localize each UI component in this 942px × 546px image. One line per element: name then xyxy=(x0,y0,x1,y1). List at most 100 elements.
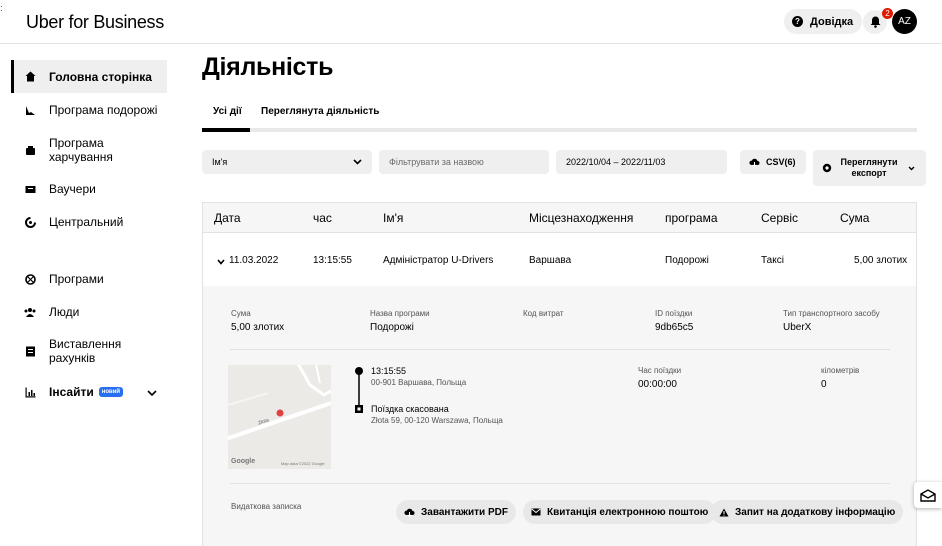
sidebar-item-label: Головна сторінка xyxy=(49,69,152,84)
sidebar-item-label: Інсайти xyxy=(49,385,94,399)
csv-label: CSV(6) xyxy=(766,157,796,167)
bell-icon xyxy=(870,16,880,28)
download-pdf-label: Завантажити PDF xyxy=(421,506,508,518)
notification-count-badge: 2 xyxy=(882,8,893,19)
home-icon xyxy=(24,71,36,83)
dropoff-status: Поїздка скасована xyxy=(371,404,449,414)
download-pdf-button[interactable]: Завантажити PDF xyxy=(396,500,516,524)
divider xyxy=(230,349,890,350)
google-logo: Google xyxy=(231,458,256,465)
csv-download-button[interactable]: CSV(6) xyxy=(740,150,806,174)
column-header-program[interactable]: програма xyxy=(665,211,718,225)
sidebar-item-label: Виставлення рахунків xyxy=(49,337,122,365)
new-badge: новий xyxy=(98,387,124,397)
table-header: Дата час Ім'я Місцезнаходження програма … xyxy=(203,203,916,233)
sidebar-item-central[interactable]: Центральний xyxy=(11,212,167,232)
help-icon: ? xyxy=(792,16,803,27)
cell-service: Таксі xyxy=(761,255,784,266)
column-header-location[interactable]: Місцезнаходження xyxy=(529,211,633,225)
name-select[interactable]: Ім'я xyxy=(202,150,372,174)
sidebar-item-programs[interactable]: Програми xyxy=(11,269,167,289)
view-export-button[interactable]: Переглянути експорт xyxy=(813,150,926,186)
sidebar-item-label: Програма подорожі xyxy=(49,103,158,117)
map-pin-icon xyxy=(276,409,284,417)
voucher-icon xyxy=(24,183,36,195)
trip-id-label: ID поїздки xyxy=(655,309,693,318)
sidebar-item-label: Люди xyxy=(49,305,80,319)
cell-amount: 5,00 злотих xyxy=(854,255,908,266)
tab-viewed-activity[interactable]: Переглянута діяльність xyxy=(261,106,379,117)
column-header-amount[interactable]: Сума xyxy=(840,211,869,225)
active-tab-indicator xyxy=(202,128,250,132)
sidebar-item-people[interactable]: Люди xyxy=(11,302,167,322)
sidebar-item-meals[interactable]: Програма харчування xyxy=(11,134,167,166)
search-input[interactable]: Фільтрувати за назвою xyxy=(379,150,549,174)
name-select-value: Ім'я xyxy=(212,157,228,167)
program-name-value: Подорожі xyxy=(370,322,414,333)
help-label: Довідка xyxy=(810,15,854,28)
trip-time-label: Час поїздки xyxy=(638,366,682,375)
activity-table: Дата час Ім'я Місцезнаходження програма … xyxy=(202,202,917,546)
table-row[interactable]: 11.03.2022 13:15:55 Адміністратор U-Driv… xyxy=(203,234,916,286)
travel-icon xyxy=(24,104,36,116)
map-attribution: Map data ©2022 Google xyxy=(281,461,325,466)
divider xyxy=(230,483,890,484)
column-header-date[interactable]: Дата xyxy=(214,211,241,225)
sidebar-item-home[interactable]: Головна сторінка xyxy=(11,60,167,93)
cell-date: 11.03.2022 xyxy=(229,255,279,266)
cell-name: Адміністратор U-Drivers xyxy=(383,255,494,266)
tab-all-activity[interactable]: Усі дії xyxy=(213,106,242,117)
app-logo[interactable]: Uber for Business xyxy=(26,12,164,33)
cell-time: 13:15:55 xyxy=(313,255,352,266)
help-button[interactable]: ? Довідка xyxy=(784,9,863,34)
top-bar: · · Uber for Business ? Довідка 2 AZ xyxy=(0,0,942,44)
sidebar: Головна сторінка Програма подорожі Прогр… xyxy=(0,44,176,546)
view-export-label: Переглянути експорт xyxy=(840,157,898,178)
vehicle-type-value: UberX xyxy=(783,322,812,333)
mail-icon xyxy=(531,508,541,516)
sidebar-item-vouchers[interactable]: Ваучери xyxy=(11,179,167,199)
tab-bar: Усі дії Переглянута діяльність xyxy=(202,104,917,132)
pickup-address: 00-901 Варшава, Польща xyxy=(371,378,467,387)
date-range-input[interactable]: 2022/10/04 – 2022/11/03 xyxy=(556,150,727,174)
sidebar-item-travel[interactable]: Програма подорожі xyxy=(11,100,167,120)
pickup-time: 13:15:55 xyxy=(371,366,407,376)
chevron-down-icon xyxy=(353,157,362,167)
meal-icon xyxy=(24,144,36,156)
feedback-button[interactable] xyxy=(914,482,942,508)
eye-icon xyxy=(822,163,832,173)
programs-icon xyxy=(24,273,36,285)
amount-value: 5,00 злотих xyxy=(231,322,285,333)
email-receipt-button[interactable]: Квитанція електронною поштою xyxy=(523,500,717,524)
insights-icon xyxy=(24,386,36,398)
cloud-download-icon xyxy=(749,158,760,167)
inbox-icon xyxy=(920,488,936,502)
amount-label: Сума xyxy=(231,309,251,318)
expense-note-label: Видаткова записка xyxy=(231,502,302,511)
sidebar-item-label: Програми xyxy=(49,272,104,286)
people-icon xyxy=(24,306,36,318)
column-header-name[interactable]: Ім'я xyxy=(383,211,403,225)
email-receipt-label: Квитанція електронною поштою xyxy=(547,506,709,518)
warning-icon xyxy=(719,508,729,516)
trip-map[interactable]: Złota Google Map data ©2022 Google xyxy=(228,365,331,469)
chevron-down-icon[interactable] xyxy=(147,385,157,399)
trip-id-value: 9db65c5 xyxy=(655,322,694,333)
avatar[interactable]: AZ xyxy=(892,9,917,34)
sidebar-item-insights[interactable]: Інсайти новий xyxy=(11,382,167,402)
request-info-button[interactable]: Запит на додаткову інформацію xyxy=(711,500,904,524)
request-info-label: Запит на додаткову інформацію xyxy=(735,506,896,518)
expand-chevron-icon[interactable] xyxy=(217,257,225,268)
column-header-time[interactable]: час xyxy=(313,211,332,225)
window-edge-marker: · · xyxy=(0,2,3,15)
map-roads xyxy=(228,365,331,441)
sidebar-item-billing[interactable]: Виставлення рахунків xyxy=(11,335,167,367)
sidebar-item-label: Центральний xyxy=(49,215,124,229)
expense-code-label: Код витрат xyxy=(523,309,564,318)
column-header-service[interactable]: Сервіс xyxy=(761,211,798,225)
cell-program: Подорожі xyxy=(665,255,709,266)
sidebar-item-label: Ваучери xyxy=(49,182,96,196)
kilometers-value: 0 xyxy=(821,379,827,390)
kilometers-label: кілометрів xyxy=(821,366,860,375)
program-name-label: Назва програми xyxy=(370,309,430,318)
